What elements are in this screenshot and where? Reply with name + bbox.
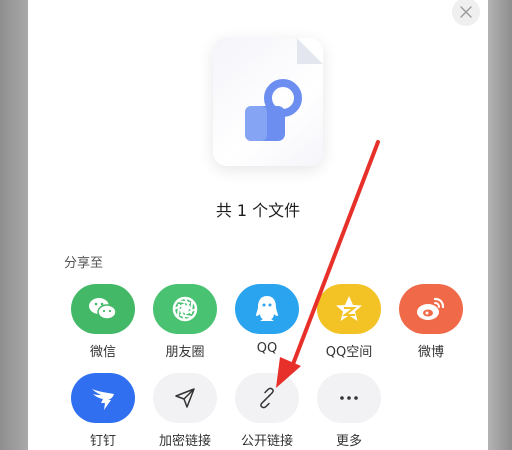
close-icon	[460, 6, 472, 18]
dingtalk-label: 钉钉	[89, 434, 116, 449]
background-left-edge	[0, 0, 28, 450]
dingtalk-icon	[71, 373, 135, 423]
share-to-label: 分享至	[64, 256, 104, 271]
background-right-edge	[488, 0, 512, 450]
qzone-label: QQ空间	[325, 345, 373, 360]
more-label: 更多	[335, 434, 362, 449]
qq-label: QQ	[256, 341, 278, 356]
share-sheet: 共 1 个文件 分享至 微信 朋友圈 QQ QQ空间 微博 钉钉 加密链接 公开…	[28, 0, 488, 450]
send-icon	[153, 373, 217, 423]
share-moments-button[interactable]: 朋友圈	[153, 284, 217, 360]
link-icon	[235, 373, 299, 423]
public-link-button[interactable]: 公开链接	[235, 373, 299, 449]
encrypted-link-label: 加密链接	[158, 434, 211, 449]
share-dingtalk-button[interactable]: 钉钉	[71, 373, 135, 449]
qq-icon	[235, 284, 299, 334]
share-qq-button[interactable]: QQ	[235, 284, 299, 356]
share-weibo-button[interactable]: 微博	[399, 284, 463, 360]
close-button[interactable]	[452, 0, 480, 26]
qzone-icon	[317, 284, 381, 334]
unlocked-file-icon	[245, 79, 302, 141]
public-link-label: 公开链接	[240, 434, 293, 449]
weibo-icon	[399, 284, 463, 334]
wechat-icon	[71, 284, 135, 334]
file-corner-fold	[297, 38, 323, 64]
weibo-label: 微博	[417, 345, 444, 360]
file-preview-card	[213, 38, 323, 166]
encrypted-link-button[interactable]: 加密链接	[153, 373, 217, 449]
moments-label: 朋友圈	[165, 345, 205, 360]
more-button[interactable]: 更多	[317, 373, 381, 449]
more-icon	[317, 373, 381, 423]
file-count-text: 共 1 个文件	[215, 201, 301, 220]
moments-icon	[153, 284, 217, 334]
share-qzone-button[interactable]: QQ空间	[317, 284, 381, 360]
wechat-label: 微信	[89, 345, 116, 360]
share-wechat-button[interactable]: 微信	[71, 284, 135, 360]
